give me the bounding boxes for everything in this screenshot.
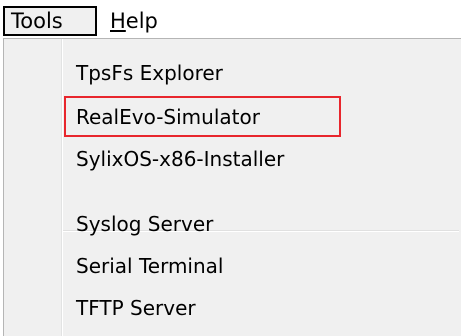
menu-icon-gutter <box>4 39 61 336</box>
menu-item-realevo-simulator[interactable]: RealEvo-Simulator <box>62 98 260 136</box>
menu-item-label: TFTP Server <box>76 296 196 320</box>
menu-item-label: RealEvo-Simulator <box>76 105 260 129</box>
menu-item-label: TpsFs Explorer <box>76 61 223 85</box>
menu-help-mnemonic: H <box>110 9 126 33</box>
menu-tools[interactable]: Tools <box>3 6 97 36</box>
menu-item-tftp-server[interactable]: TFTP Server <box>62 289 196 327</box>
menu-item-serial-terminal[interactable]: Serial Terminal <box>62 247 223 285</box>
menu-bar: Tools Help <box>0 0 461 40</box>
menu-item-label: Syslog Server <box>76 212 214 236</box>
menu-tools-label: Tools <box>11 9 63 33</box>
menu-item-tpsfs-explorer[interactable]: TpsFs Explorer <box>62 54 223 92</box>
menu-item-sylixos-x86-installer[interactable]: SylixOS-x86-Installer <box>62 140 284 178</box>
menu-item-label: SylixOS-x86-Installer <box>76 147 285 171</box>
menu-help[interactable]: Help <box>104 6 174 36</box>
tools-dropdown-menu: TpsFs Explorer RealEvo-Simulator SylixOS… <box>3 38 461 336</box>
menu-help-label: elp <box>125 9 158 33</box>
menu-item-syslog-server[interactable]: Syslog Server <box>62 205 213 243</box>
menu-item-label: Serial Terminal <box>76 254 224 278</box>
